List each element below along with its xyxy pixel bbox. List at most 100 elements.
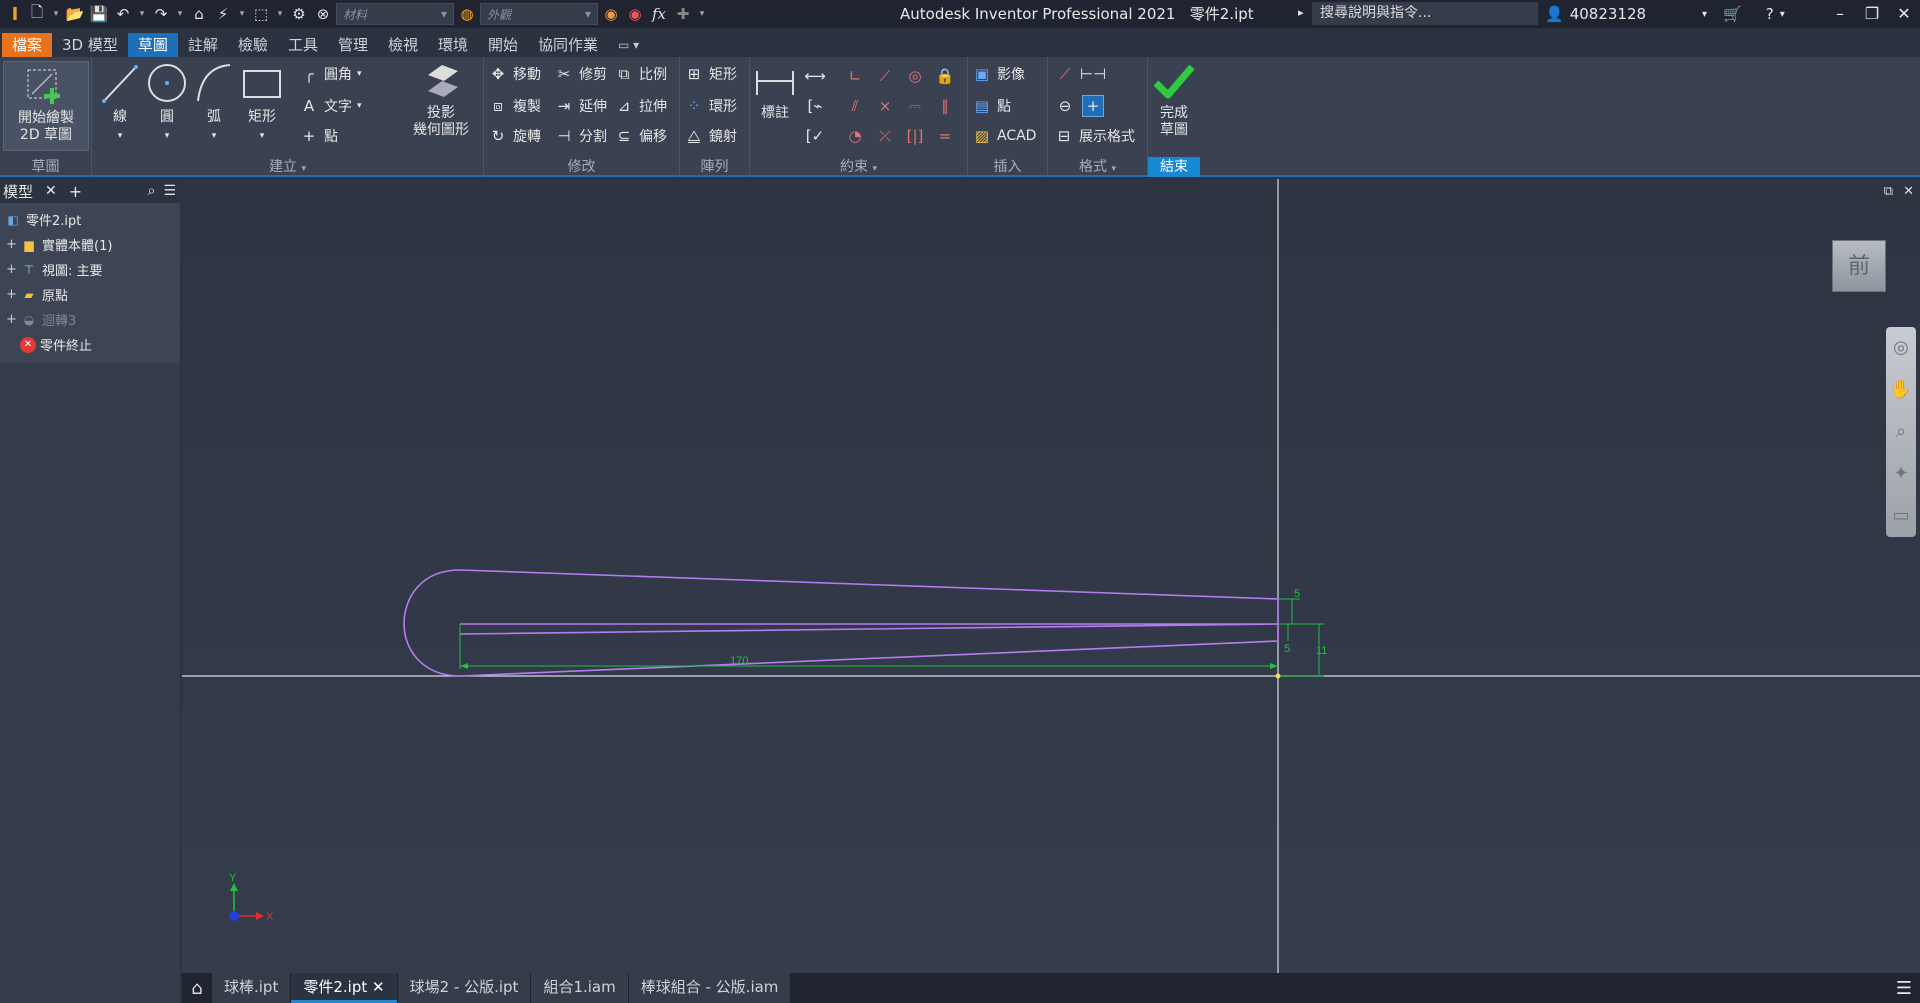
point-button[interactable]: + 點	[299, 125, 338, 147]
concentric-icon[interactable]: ◎	[904, 65, 926, 87]
home-icon[interactable]: ⌂	[188, 3, 210, 25]
copy-button[interactable]: ⧈ 複製	[488, 95, 541, 117]
top-dimension-text[interactable]: 5	[1294, 588, 1300, 600]
fillet-button[interactable]: ╭ 圓角 ▾	[299, 63, 361, 85]
clear-appearance-icon[interactable]: ◉	[624, 3, 646, 25]
expand-icon[interactable]: +	[6, 312, 17, 327]
adjust-icon[interactable]: ⚙	[288, 3, 310, 25]
tree-node-view[interactable]: + ⊤ 視圖: 主要	[0, 257, 180, 282]
rectangle-button[interactable]: 矩形 ▾	[239, 61, 285, 145]
offset-button[interactable]: ⊆ 偏移	[614, 125, 667, 147]
symmetric-icon[interactable]: [|]	[904, 125, 926, 147]
pan-icon[interactable]: ✋	[1886, 369, 1916, 411]
image-button[interactable]: ▣ 影像	[972, 63, 1025, 85]
save-icon[interactable]: 💾	[88, 3, 110, 25]
doc-tab-active[interactable]: 零件2.ipt ✕	[291, 973, 397, 1003]
zoom-icon[interactable]: ⌕	[1886, 411, 1916, 453]
collinear-icon[interactable]: ⤫	[874, 125, 896, 147]
tab-collaborate[interactable]: 協同作業	[528, 33, 608, 57]
parallel-icon[interactable]: ⫽	[844, 95, 866, 117]
panel-title-create[interactable]: 建立 ▾	[92, 157, 483, 177]
adjust-appearance-icon[interactable]: ◉	[600, 3, 622, 25]
tree-node-end-of-part[interactable]: ✕ 零件終止	[0, 332, 180, 357]
tree-node-part[interactable]: ◧ 零件2.ipt	[0, 207, 180, 232]
select-dropdown-icon[interactable]: ▾	[274, 3, 286, 25]
origin-point[interactable]	[1275, 673, 1281, 679]
project-geometry-button[interactable]: 投影 幾何圖形	[402, 61, 480, 139]
steering-wheel-icon[interactable]: ◎	[1886, 327, 1916, 369]
menu-icon[interactable]: ☰	[163, 183, 176, 199]
vertical-icon[interactable]: ∥	[934, 95, 956, 117]
open-folder-icon[interactable]: 📂	[64, 3, 86, 25]
close-view-icon[interactable]: ✕	[1903, 184, 1914, 199]
tab-environments[interactable]: 環境	[428, 33, 478, 57]
bottom-dimension-text[interactable]: 5	[1284, 643, 1290, 655]
acad-button[interactable]: ▨ ACAD	[972, 125, 1037, 147]
tab-view[interactable]: 檢視	[378, 33, 428, 57]
horizontal-icon[interactable]: ⎓	[904, 95, 926, 117]
add-icon[interactable]: ✚	[672, 3, 694, 25]
panel-title-constrain[interactable]: 約束 ▾	[750, 157, 967, 177]
cart-icon[interactable]: 🛒	[1723, 5, 1742, 23]
tree-node-revolve[interactable]: + ◒ 迴轉3	[0, 307, 180, 332]
mirror-button[interactable]: ⧋ 鏡射	[684, 125, 737, 147]
expand-icon[interactable]: +	[6, 287, 17, 302]
arc-button[interactable]: 弧 ▾	[192, 61, 236, 145]
equal-icon[interactable]: =	[934, 125, 956, 147]
update-icon[interactable]: ⚡	[212, 3, 234, 25]
perpendicular-icon[interactable]: ∟	[844, 65, 866, 87]
user-account[interactable]: 👤 40823128 ▾ 🛒 ? ▾	[1545, 0, 1785, 28]
tree-node-solid-bodies[interactable]: + ▆ 實體本體(1)	[0, 232, 180, 257]
center-point-icon[interactable]: +	[1082, 95, 1104, 117]
tangent-icon[interactable]: ⟋	[874, 65, 896, 87]
line-button[interactable]: 線 ▾	[98, 61, 142, 145]
stretch-button[interactable]: ⊿ 拉伸	[614, 95, 667, 117]
orbit-icon[interactable]: ✦	[1886, 453, 1916, 495]
show-format-button[interactable]: ⊟ 展示格式	[1054, 125, 1135, 147]
undo-icon[interactable]: ↶	[112, 3, 134, 25]
help-dropdown-icon[interactable]: ▾	[1780, 9, 1785, 20]
customize-dropdown-icon[interactable]: ▾	[696, 3, 708, 25]
appearance-combo[interactable]: 外觀 ▾	[480, 3, 598, 25]
rotate-button[interactable]: ↻ 旋轉	[488, 125, 541, 147]
redo-icon[interactable]: ↷	[150, 3, 172, 25]
scale-button[interactable]: ⧉ 比例	[614, 63, 667, 85]
show-constraints-icon[interactable]: [⌁	[804, 95, 826, 117]
viewcube[interactable]: 前	[1832, 240, 1886, 292]
inventor-logo-icon[interactable]: I	[6, 3, 24, 25]
extend-button[interactable]: ⇥ 延伸	[554, 95, 607, 117]
constraint-settings-icon[interactable]: [✓	[804, 125, 826, 147]
split-button[interactable]: ⊣ 分割	[554, 125, 607, 147]
move-button[interactable]: ✥ 移動	[488, 63, 541, 85]
smooth-icon[interactable]: ◔	[844, 125, 866, 147]
close-browser-icon[interactable]: ✕	[45, 183, 57, 199]
length-dimension-text[interactable]: 170	[730, 655, 748, 667]
tab-tools[interactable]: 工具	[278, 33, 328, 57]
tab-get-started[interactable]: 開始	[478, 33, 528, 57]
panel-title-format[interactable]: 格式 ▾	[1048, 157, 1147, 177]
help-icon[interactable]: ?	[1766, 5, 1774, 23]
appearance-icon[interactable]: ◍	[456, 3, 478, 25]
fx-parameters-icon[interactable]: fx	[648, 3, 670, 25]
driven-dimension-icon[interactable]: ⊢⊣	[1080, 63, 1106, 85]
browser-tab-model[interactable]: 模型	[3, 181, 33, 202]
fix-icon[interactable]: 🔒	[934, 65, 956, 87]
restore-icon[interactable]: ❐	[1856, 0, 1888, 28]
height-dimension-text[interactable]: 11	[1316, 645, 1327, 657]
tree-node-origin[interactable]: + ▰ 原點	[0, 282, 180, 307]
doc-tab[interactable]: 球場2 - 公版.ipt	[397, 973, 531, 1003]
tab-file[interactable]: 檔案	[2, 33, 53, 57]
auto-dimension-icon[interactable]: ⟷	[804, 65, 826, 87]
start-2d-sketch-button[interactable]: 開始繪製 2D 草圖	[3, 61, 89, 151]
help-search-input[interactable]: 搜尋說明與指令...	[1312, 2, 1538, 25]
add-browser-tab-icon[interactable]: +	[69, 182, 82, 201]
dimension-button[interactable]: 標註	[752, 65, 798, 122]
points-button[interactable]: ▤ 點	[972, 95, 1011, 117]
undo-dropdown-icon[interactable]: ▾	[136, 3, 148, 25]
finish-sketch-button[interactable]: 完成 草圖	[1150, 63, 1198, 139]
search-icon[interactable]: ⌕	[148, 183, 156, 199]
minimize-icon[interactable]: –	[1824, 0, 1856, 28]
expand-icon[interactable]: +	[6, 262, 17, 277]
coincident-icon[interactable]: ⨯	[874, 95, 896, 117]
close-icon[interactable]: ✕	[1888, 0, 1920, 28]
